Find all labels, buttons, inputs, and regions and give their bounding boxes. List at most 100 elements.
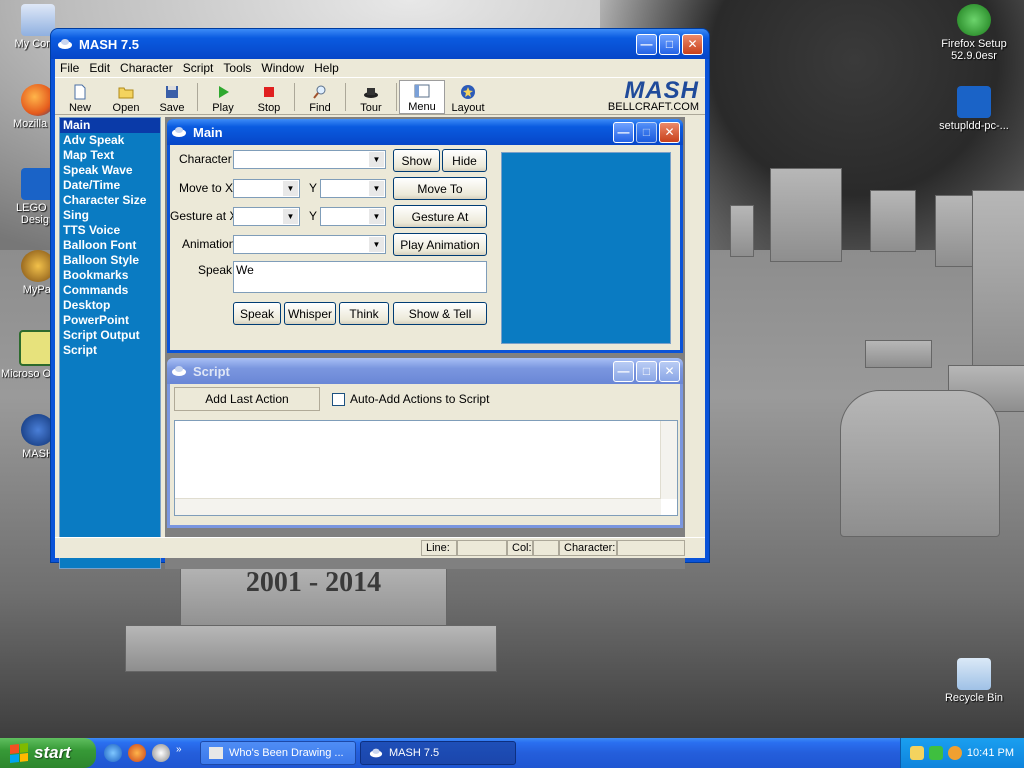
hide-button[interactable]: Hide bbox=[442, 149, 487, 172]
gesture-x-combo[interactable]: ▼ bbox=[233, 207, 300, 226]
menu-help[interactable]: Help bbox=[309, 61, 344, 75]
taskbar-item-drawing[interactable]: Who's Been Drawing ... bbox=[200, 741, 356, 765]
main-child-titlebar[interactable]: Main — □ ✕ bbox=[167, 119, 683, 145]
speak-button[interactable]: Speak bbox=[233, 302, 281, 325]
main-minimize-button[interactable]: — bbox=[613, 121, 634, 143]
chevron-right-icon[interactable]: » bbox=[176, 744, 182, 762]
gesture-y-label: Y bbox=[309, 209, 318, 223]
sidebar-item-date-time[interactable]: Date/Time bbox=[60, 178, 160, 193]
sidebar-item-bookmarks[interactable]: Bookmarks bbox=[60, 268, 160, 283]
sidebar-item-map-text[interactable]: Map Text bbox=[60, 148, 160, 163]
menu-button[interactable]: Menu bbox=[399, 80, 445, 114]
sidebar-item-balloon-style[interactable]: Balloon Style bbox=[60, 253, 160, 268]
windows-flag-icon bbox=[10, 743, 28, 763]
menu-character[interactable]: Character bbox=[115, 61, 178, 75]
window-client: File Edit Character Script Tools Window … bbox=[55, 59, 705, 569]
open-button[interactable]: Open bbox=[103, 80, 149, 114]
menu-script[interactable]: Script bbox=[178, 61, 219, 75]
sidebar-item-main[interactable]: Main bbox=[60, 118, 160, 133]
toolbar: New Open Save Play Stop Find Tour Menu L… bbox=[55, 78, 705, 115]
auto-add-checkbox[interactable] bbox=[332, 393, 345, 406]
open-folder-icon bbox=[118, 87, 134, 99]
move-x-combo[interactable]: ▼ bbox=[233, 179, 300, 198]
menu-window[interactable]: Window bbox=[256, 61, 309, 75]
app-icon bbox=[209, 747, 223, 759]
desktop-icon-firefox-setup[interactable]: Firefox Setup 52.9.0esr bbox=[934, 4, 1014, 62]
ie-icon[interactable] bbox=[104, 744, 122, 762]
main-maximize-button[interactable]: □ bbox=[636, 121, 657, 143]
maximize-icon: □ bbox=[642, 364, 651, 378]
maximize-button[interactable]: □ bbox=[659, 33, 680, 55]
desktop-icon-recycle-bin[interactable]: Recycle Bin bbox=[934, 658, 1014, 704]
security-shield-icon[interactable] bbox=[909, 746, 924, 760]
status-col-value bbox=[533, 540, 559, 556]
sidebar-item-balloon-font[interactable]: Balloon Font bbox=[60, 238, 160, 253]
tour-button[interactable]: Tour bbox=[348, 80, 394, 114]
close-icon: ✕ bbox=[687, 37, 698, 51]
script-text-area[interactable] bbox=[174, 420, 678, 516]
think-button[interactable]: Think bbox=[339, 302, 389, 325]
search-icon[interactable] bbox=[947, 746, 962, 760]
sidebar-item-desktop[interactable]: Desktop bbox=[60, 298, 160, 313]
sidebar-item-adv-speak[interactable]: Adv Speak bbox=[60, 133, 160, 148]
taskbar-item-mash[interactable]: MASH 7.5 bbox=[360, 741, 516, 765]
script-minimize-button[interactable]: — bbox=[613, 360, 634, 382]
menu-file[interactable]: File bbox=[55, 61, 84, 75]
status-character: Character: bbox=[559, 540, 617, 556]
gesture-at-x-label: Gesture at X bbox=[170, 209, 238, 223]
speak-text-input[interactable]: We bbox=[233, 261, 487, 293]
status-line-value bbox=[457, 540, 507, 556]
layout-button[interactable]: Layout bbox=[445, 80, 491, 114]
gesture-y-combo[interactable]: ▼ bbox=[320, 207, 386, 226]
new-button[interactable]: New bbox=[57, 80, 103, 114]
close-button[interactable]: ✕ bbox=[682, 33, 703, 55]
sidebar-item-character-size[interactable]: Character Size bbox=[60, 193, 160, 208]
tombstone-text: 2001 - 2014 bbox=[245, 567, 382, 598]
main-close-button[interactable]: ✕ bbox=[659, 121, 680, 143]
script-maximize-button[interactable]: □ bbox=[636, 360, 657, 382]
menu-tools[interactable]: Tools bbox=[218, 61, 256, 75]
sidebar-item-commands[interactable]: Commands bbox=[60, 283, 160, 298]
minimize-button[interactable]: — bbox=[636, 33, 657, 55]
move-y-combo[interactable]: ▼ bbox=[320, 179, 386, 198]
sidebar-item-script[interactable]: Script bbox=[60, 343, 160, 358]
add-last-action-button[interactable]: Add Last Action bbox=[174, 387, 320, 411]
save-button[interactable]: Save bbox=[149, 80, 195, 114]
sidebar-item-script-output[interactable]: Script Output bbox=[60, 328, 160, 343]
layout-globe-icon bbox=[461, 85, 475, 99]
play-button[interactable]: Play bbox=[200, 80, 246, 114]
mash-icon[interactable] bbox=[152, 744, 170, 762]
magnifier-icon bbox=[313, 85, 326, 99]
whisper-button[interactable]: Whisper bbox=[284, 302, 336, 325]
start-button[interactable]: start bbox=[0, 738, 96, 768]
horizontal-scrollbar[interactable] bbox=[175, 498, 661, 515]
network-icon[interactable] bbox=[928, 746, 943, 760]
close-icon: ✕ bbox=[664, 364, 675, 378]
clock[interactable]: 10:41 PM bbox=[967, 747, 1014, 759]
gesture-at-button[interactable]: Gesture At bbox=[393, 205, 487, 228]
vertical-scrollbar[interactable] bbox=[660, 421, 677, 499]
script-close-button[interactable]: ✕ bbox=[659, 360, 680, 382]
sidebar-item-speak-wave[interactable]: Speak Wave bbox=[60, 163, 160, 178]
animation-combo[interactable]: ▼ bbox=[233, 235, 386, 254]
sidebar-item-sing[interactable]: Sing bbox=[60, 208, 160, 223]
play-animation-button[interactable]: Play Animation bbox=[393, 233, 487, 256]
show-button[interactable]: Show bbox=[393, 149, 440, 172]
desktop-icon-lego-setup[interactable]: setupldd-pc-... bbox=[934, 86, 1014, 132]
mash-logo-icon bbox=[369, 748, 383, 758]
show-and-tell-button[interactable]: Show & Tell bbox=[393, 302, 487, 325]
window-titlebar[interactable]: MASH 7.5 — □ ✕ bbox=[51, 29, 709, 59]
recycle-bin-icon bbox=[957, 658, 991, 690]
character-combo[interactable]: ▼ bbox=[233, 150, 386, 169]
minimize-icon: — bbox=[617, 364, 630, 378]
find-button[interactable]: Find bbox=[297, 80, 343, 114]
menu-edit[interactable]: Edit bbox=[84, 61, 115, 75]
sidebar-item-tts-voice[interactable]: TTS Voice bbox=[60, 223, 160, 238]
script-child-titlebar[interactable]: Script — □ ✕ bbox=[167, 358, 683, 384]
stop-button[interactable]: Stop bbox=[246, 80, 292, 114]
mash-logo-icon bbox=[58, 39, 72, 49]
firefox-icon[interactable] bbox=[128, 744, 146, 762]
move-to-button[interactable]: Move To bbox=[393, 177, 487, 200]
character-label: Character bbox=[179, 152, 232, 166]
sidebar-item-powerpoint[interactable]: PowerPoint bbox=[60, 313, 160, 328]
